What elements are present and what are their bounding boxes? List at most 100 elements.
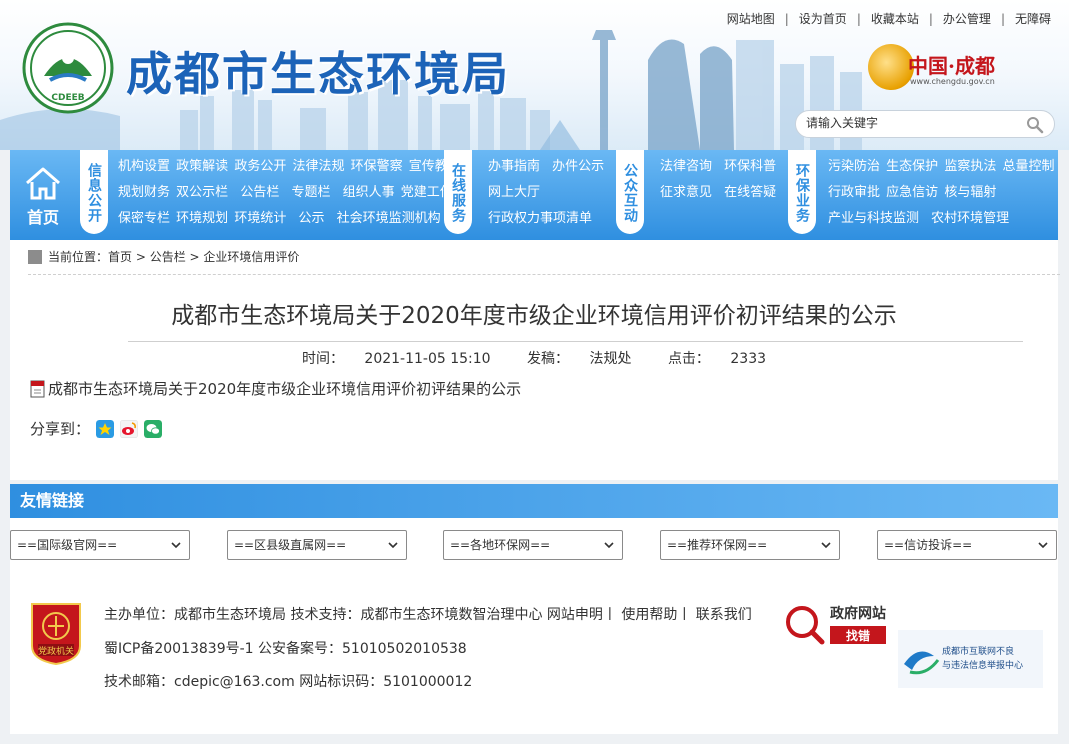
nav-link[interactable]: 法律法规 (292, 159, 344, 174)
nav-group-tag: 信息公开 (80, 150, 108, 234)
source-label: 发稿： (527, 351, 570, 367)
site-title[interactable]: 成都市生态环境局 (126, 38, 510, 104)
chevron-down-icon (388, 542, 398, 549)
site-header: 网站地图 | 设为首页 | 收藏本站 | 办公管理 | 无障碍 CDEEB 成都… (0, 0, 1069, 150)
illegal-info-report-badge[interactable]: 成都市互联网不良 与违法信息举报中心 (898, 630, 1043, 688)
nav-link[interactable]: 法律咨询 (660, 159, 712, 174)
nav-link[interactable]: 环境规划 (176, 211, 228, 226)
nav-group-public-interaction: 公众互动 法律咨询 环保科普 征求意见 在线答疑 (616, 150, 786, 240)
district-sites-select[interactable]: ==区县级直属网== (227, 530, 407, 560)
svg-text:成都市互联网不良: 成都市互联网不良 (942, 645, 1014, 657)
breadcrumb-credit-evaluation[interactable]: 企业环境信用评价 (203, 250, 299, 264)
top-utility-nav: 网站地图 | 设为首页 | 收藏本站 | 办公管理 | 无障碍 (726, 10, 1051, 27)
breadcrumb-home[interactable]: 首页 (108, 250, 132, 264)
nav-group-tag: 公众互动 (616, 150, 644, 234)
nav-link[interactable]: 行政权力事项清单 (488, 211, 592, 226)
nav-group-environmental-affairs: 环保业务 污染防治 生态保护 监察执法 总量控制 行政审批 应急信访 核与辐射 … (788, 150, 1056, 240)
set-homepage-link[interactable]: 设为首页 (799, 10, 847, 27)
nav-link[interactable]: 组织人事 (343, 185, 395, 200)
pdf-file-icon (30, 380, 45, 397)
nav-link[interactable]: 行政审批 (828, 185, 880, 200)
complaints-select[interactable]: ==信访投诉== (877, 530, 1057, 560)
breadcrumb-notice-board[interactable]: 公告栏 (150, 250, 186, 264)
breadcrumb-label: 当前位置： (48, 250, 109, 264)
nav-link[interactable]: 在线答疑 (724, 185, 776, 200)
regional-env-sites-select[interactable]: ==各地环保网== (443, 530, 623, 560)
chengdu-gov-badge[interactable]: 中国·成都 www.chengdu.gov.cn (868, 44, 1008, 94)
article-meta: 时间： 2021-11-05 15:10 发稿： 法规处 点击： 2333 (10, 348, 1058, 368)
divider (28, 274, 1060, 275)
article-title: 成都市生态环境局关于2020年度市级企业环境信用评价初评结果的公示 (171, 303, 897, 329)
nav-link[interactable]: 环保警察 (351, 159, 403, 174)
chevron-down-icon (821, 542, 831, 549)
publish-time: 2021-11-05 15:10 (364, 351, 491, 367)
svg-text:找错: 找错 (846, 628, 870, 643)
nav-link[interactable]: 公告栏 (240, 185, 279, 200)
cdeeb-logo[interactable]: CDEEB (22, 22, 114, 114)
location-icon (28, 249, 42, 264)
home-nav-button[interactable]: 首页 (10, 150, 76, 240)
chevron-down-icon (171, 542, 181, 549)
nav-link[interactable]: 总量控制 (1002, 159, 1054, 174)
nav-group-tag: 环保业务 (788, 150, 816, 234)
city-badge-text: 中国·成都 (908, 54, 995, 78)
home-label: 首页 (26, 208, 59, 227)
nav-link[interactable]: 办件公示 (552, 159, 604, 174)
nav-link[interactable]: 产业与科技监测 (828, 211, 919, 226)
nav-link[interactable]: 机构设置 (118, 159, 170, 174)
nav-link[interactable]: 规划财务 (118, 185, 170, 200)
breadcrumb: 当前位置：首页 > 公告栏 > 企业环境信用评价 (28, 246, 299, 268)
nav-link[interactable]: 污染防治 (828, 159, 880, 174)
nav-link[interactable]: 双公示栏 (176, 185, 228, 200)
weibo-share-icon[interactable] (120, 419, 139, 438)
accessibility-link[interactable]: 无障碍 (1015, 10, 1051, 27)
nav-link[interactable]: 监察执法 (944, 159, 996, 174)
footer-sponsor-line: 主办单位：成都市生态环境局 技术支持：成都市生态环境数智治理中心 网站申明丨 使… (104, 607, 752, 623)
nav-link[interactable]: 核与辐射 (944, 185, 996, 200)
nav-link[interactable]: 办事指南 (488, 159, 540, 174)
search-input[interactable] (806, 116, 1006, 130)
svg-text:党政机关: 党政机关 (38, 645, 74, 657)
qzone-share-icon[interactable] (96, 419, 115, 438)
bookmark-link[interactable]: 收藏本站 (871, 10, 919, 27)
recommended-sites-select[interactable]: ==推荐环保网== (660, 530, 840, 560)
wechat-share-icon[interactable] (144, 419, 163, 438)
nav-link[interactable]: 保密专栏 (118, 211, 170, 226)
nav-link[interactable]: 生态保护 (886, 159, 938, 174)
footer-icp-line: 蜀ICP备20013839号-1 公安备案号：51010502010538 (104, 641, 467, 657)
click-count: 2333 (730, 351, 767, 367)
intl-sites-select[interactable]: ==国际级官网== (10, 530, 190, 560)
site-map-link[interactable]: 网站地图 (727, 10, 775, 27)
attachment-link[interactable]: 成都市生态环境局关于2020年度市级企业环境信用评价初评结果的公示 (30, 378, 521, 399)
nav-link[interactable]: 环境统计 (234, 211, 286, 226)
nav-link[interactable]: 农村环境管理 (931, 211, 1009, 226)
footer-contact-line: 技术邮箱：cdepic@163.com 网站标识码：5101000012 (104, 674, 473, 690)
clicks-label: 点击： (667, 351, 710, 367)
nav-link[interactable]: 网上大厅 (488, 185, 540, 200)
chevron-down-icon (604, 542, 614, 549)
svg-text:CDEEB: CDEEB (51, 93, 84, 103)
search-box (795, 110, 1055, 138)
friend-links-panel: ==国际级官网== ==区县级直属网== ==各地环保网== ==推荐环保网==… (10, 518, 1058, 570)
divider (128, 341, 1023, 342)
nav-link[interactable]: 社会环境监测机构 (337, 211, 441, 226)
article-card: 当前位置：首页 > 公告栏 > 企业环境信用评价 成都市生态环境局关于2020年… (10, 240, 1060, 480)
nav-link[interactable]: 征求意见 (660, 185, 712, 200)
gov-site-error-report-badge[interactable]: 政府网站 找错 (782, 598, 892, 648)
publish-source: 法规处 (589, 351, 632, 367)
nav-group-info-disclosure: 信息公开 机构设置 政策解读 政务公开 法律法规 环保警察 宣传教育 规划财务 … (80, 150, 461, 240)
nav-link[interactable]: 应急信访 (886, 185, 938, 200)
office-admin-link[interactable]: 办公管理 (943, 10, 991, 27)
friend-links-header: 友情链接 (10, 484, 1058, 518)
nav-link[interactable]: 专题栏 (291, 185, 330, 200)
time-label: 时间： (301, 351, 344, 367)
nav-group-online-service: 在线服务 办事指南 办件公示 网上大厅 行政权力事项清单 (444, 150, 614, 240)
nav-link[interactable]: 政务公开 (234, 159, 286, 174)
nav-link[interactable]: 公示 (298, 211, 324, 226)
search-icon[interactable] (1026, 116, 1044, 134)
share-label: 分享到： (30, 420, 91, 438)
party-government-badge[interactable]: 党政机关 (28, 600, 84, 666)
nav-link[interactable]: 环保科普 (724, 159, 776, 174)
svg-text:与违法信息举报中心: 与违法信息举报中心 (942, 659, 1023, 671)
nav-link[interactable]: 政策解读 (176, 159, 228, 174)
